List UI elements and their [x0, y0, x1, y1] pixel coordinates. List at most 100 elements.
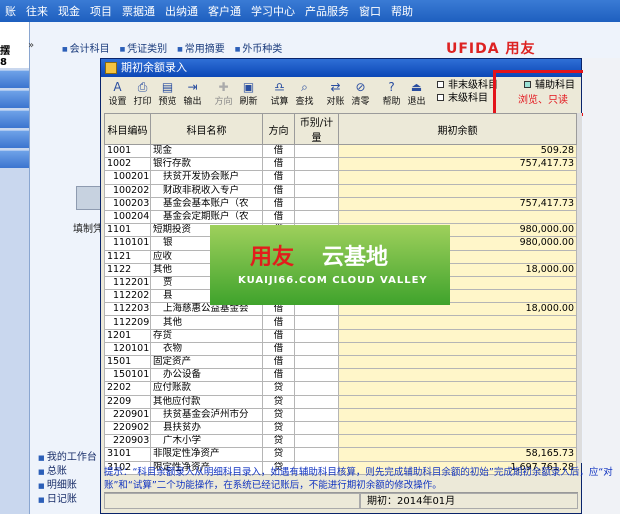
nav-item[interactable]: 我的工作台: [38, 451, 97, 465]
toolbar-button[interactable]: ⇄ 对账: [323, 79, 348, 109]
column-header[interactable]: 科目名称: [150, 113, 263, 145]
table-row[interactable]: 1501 固定资产借: [104, 354, 577, 370]
balance-cell[interactable]: 58,165.73: [338, 447, 577, 462]
account-code-cell: 112202: [104, 289, 151, 304]
left-panel-subtitle: 8: [0, 57, 7, 68]
toolbar-button[interactable]: ♎ 试算: [267, 79, 292, 109]
currency-cell: [294, 354, 339, 370]
table-row[interactable]: 100204 基金会定期账户（农借: [104, 209, 577, 225]
table-row[interactable]: 220903 广木小学贷: [104, 434, 577, 449]
left-panel-item[interactable]: [0, 110, 29, 128]
table-body: 1001 现金借 509.28 1002 银行存款借 757,417.73 100201 扶贫…: [104, 143, 577, 475]
left-panel-item[interactable]: [0, 150, 29, 168]
table-row[interactable]: 2202 应付账款贷: [104, 381, 577, 396]
account-code-cell: 100202: [104, 183, 151, 198]
exit-icon: ⏏: [410, 80, 423, 94]
balance-cell[interactable]: [338, 434, 577, 449]
vertical-scrollbar[interactable]: [577, 113, 582, 463]
direction-cell: 借: [262, 196, 295, 211]
currency-cell: [294, 143, 339, 159]
direction-cell: 贷: [262, 434, 295, 449]
toolbar-button[interactable]: ⏏ 退出: [404, 79, 429, 109]
account-name-cell: 广木小学: [150, 434, 263, 449]
direction-cell: 借: [262, 315, 295, 330]
shortcut-tab[interactable]: 常用摘要: [177, 40, 225, 55]
table-row[interactable]: 1201 存货借: [104, 328, 577, 343]
table-row[interactable]: 112209 其他借: [104, 315, 577, 330]
balance-cell[interactable]: [338, 368, 577, 383]
collapse-arrows-icon[interactable]: »: [28, 40, 34, 51]
column-header[interactable]: 币别/计量: [294, 113, 339, 145]
menu-item[interactable]: 账: [0, 3, 21, 19]
toolbar-button[interactable]: A 设置: [105, 79, 130, 109]
menu-item[interactable]: 学习中心: [246, 3, 300, 19]
left-panel-item[interactable]: [0, 90, 29, 108]
menu-item[interactable]: 票据通: [117, 3, 160, 19]
left-panel-item[interactable]: [0, 130, 29, 148]
menu-item[interactable]: 客户通: [203, 3, 246, 19]
account-name-cell: 应付账款: [150, 381, 263, 396]
table-row[interactable]: 2209 其他应付款贷: [104, 394, 577, 409]
toolbar-button[interactable]: ⊘ 清零: [348, 79, 373, 109]
menu-item[interactable]: 现金: [53, 3, 85, 19]
menu-item[interactable]: 项目: [85, 3, 117, 19]
balance-cell[interactable]: [338, 328, 577, 343]
table-row[interactable]: 100203 基金会基本账户（农借 757,417.73: [104, 196, 577, 211]
menu-item[interactable]: 出纳通: [160, 3, 203, 19]
dialog-title: 期初余额录入: [121, 61, 187, 74]
toolbar-button[interactable]: ▤ 预览: [155, 79, 180, 109]
shortcut-tab[interactable]: 会计科目: [62, 40, 110, 55]
balance-cell[interactable]: [338, 170, 577, 185]
account-name-cell: 县扶贫办: [150, 420, 263, 436]
menu-item[interactable]: 产品服务: [300, 3, 354, 19]
nav-item[interactable]: 明细账: [38, 479, 97, 493]
balance-cell[interactable]: [338, 381, 577, 396]
table-row[interactable]: 1001 现金借 509.28: [104, 143, 577, 159]
balance-cell[interactable]: [338, 354, 577, 370]
balance-cell[interactable]: [338, 407, 577, 422]
table-row[interactable]: 100201 扶贫开发协会账户借: [104, 170, 577, 185]
menu-item[interactable]: 帮助: [386, 3, 418, 19]
column-header[interactable]: 期初余额: [338, 113, 577, 145]
table-row[interactable]: 1002 银行存款借 757,417.73: [104, 157, 577, 172]
balance-cell[interactable]: [338, 209, 577, 225]
menu-item[interactable]: 窗口: [354, 3, 386, 19]
shortcut-tab[interactable]: 凭证类别: [120, 40, 167, 55]
reconcile-icon: ⇄: [330, 80, 341, 94]
shortcut-tab[interactable]: 外币种类: [235, 40, 282, 55]
menu-item[interactable]: 往来: [21, 3, 53, 19]
voucher-icon-label: 填制凭: [73, 224, 103, 235]
toolbar-button[interactable]: ⇥ 输出: [180, 79, 205, 109]
balance-cell[interactable]: [338, 420, 577, 436]
nav-item[interactable]: 日记账: [38, 493, 97, 507]
column-header[interactable]: 科目编码: [104, 113, 151, 145]
balance-cell[interactable]: 509.28: [338, 143, 577, 159]
toolbar-button[interactable]: ⌕ 查找: [292, 79, 317, 109]
toolbar-button[interactable]: ⎙ 打印: [130, 79, 155, 109]
toolbar-button[interactable]: ? 帮助: [379, 79, 404, 109]
export-icon: ⇥: [187, 80, 198, 94]
banner-subtitle: KUAIJI66.COM CLOUD VALLEY: [238, 275, 428, 286]
account-code-cell: 112203: [104, 302, 151, 317]
balance-cell[interactable]: [338, 315, 577, 330]
status-bar: 期初：2014年01月: [104, 492, 578, 510]
nav-item[interactable]: 总账: [38, 465, 97, 479]
table-row[interactable]: 220902 县扶贫办贷: [104, 420, 577, 436]
column-header[interactable]: 方向: [262, 113, 295, 145]
toolbar-button[interactable]: ▣ 刷新: [236, 79, 261, 109]
table-row[interactable]: 120101 衣物借: [104, 341, 577, 357]
balance-cell[interactable]: [338, 183, 577, 198]
balance-cell[interactable]: [338, 341, 577, 357]
balance-cell[interactable]: 757,417.73: [338, 196, 577, 211]
direction-cell: 借: [262, 143, 295, 159]
table-row[interactable]: 3101 非限定性净资产贷 58,165.73: [104, 447, 577, 462]
left-panel-item[interactable]: [0, 70, 29, 88]
table-row[interactable]: 220901 扶贫基金会泸州市分贷: [104, 407, 577, 422]
table-row[interactable]: 150101 办公设备借: [104, 368, 577, 383]
table-row[interactable]: 100202 财政非税收入专户借: [104, 183, 577, 198]
toolbar-button[interactable]: ✚ 方向: [211, 79, 236, 109]
balance-cell[interactable]: [338, 394, 577, 409]
find-icon: ⌕: [301, 80, 308, 94]
balance-cell[interactable]: 757,417.73: [338, 157, 577, 172]
account-code-cell: 1201: [104, 328, 151, 343]
